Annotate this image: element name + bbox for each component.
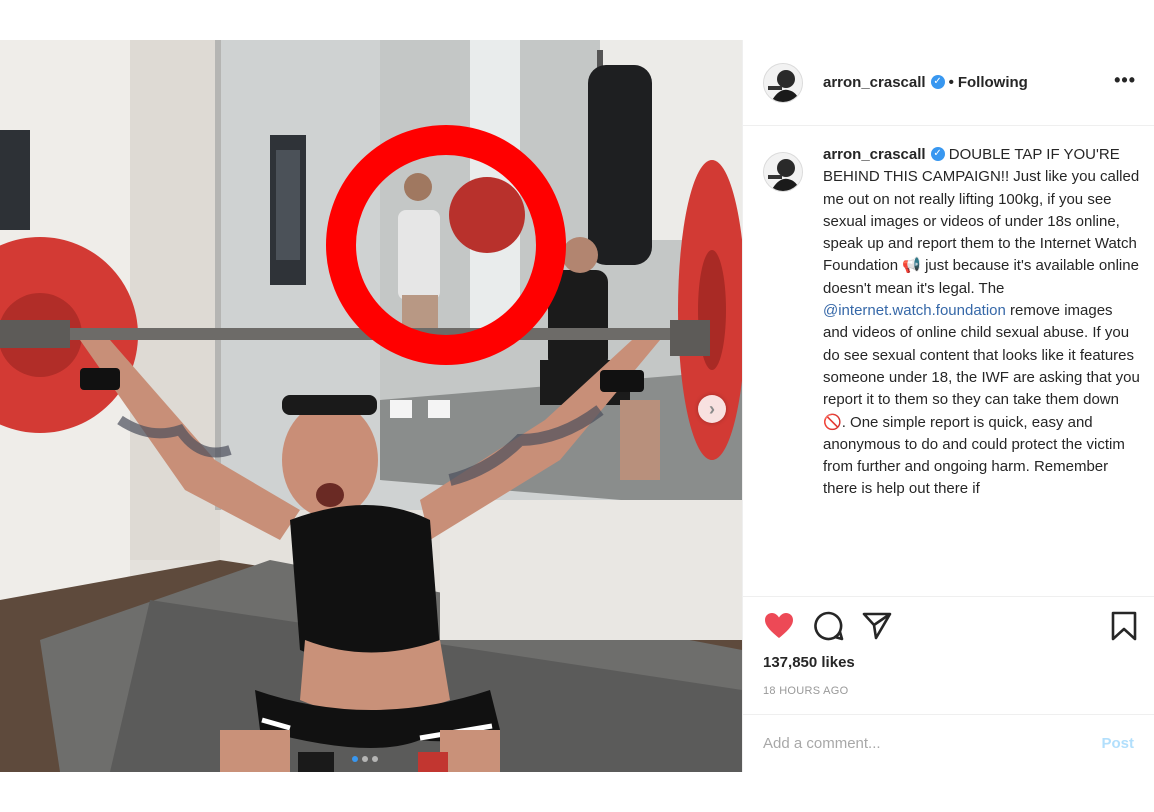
post-photo[interactable]: › bbox=[0, 40, 742, 772]
megaphone-icon: 📢 bbox=[902, 257, 921, 275]
action-bar bbox=[763, 610, 1137, 642]
more-options-icon[interactable]: ••• bbox=[1114, 70, 1136, 91]
carousel-dot bbox=[352, 756, 358, 762]
carousel-next-button[interactable]: › bbox=[698, 395, 726, 423]
gym-photo-image bbox=[0, 40, 742, 772]
caption-avatar[interactable] bbox=[763, 152, 803, 192]
post-comment-button[interactable]: Post bbox=[1101, 735, 1134, 752]
carousel-indicator bbox=[352, 756, 378, 762]
comment-input[interactable] bbox=[763, 735, 1102, 752]
heart-icon[interactable] bbox=[763, 610, 795, 642]
no-entry-icon: 🚫 bbox=[823, 413, 842, 431]
caption-username-link[interactable]: arron_crascall bbox=[823, 146, 926, 163]
following-button[interactable]: Following bbox=[958, 74, 1028, 91]
divider bbox=[743, 596, 1154, 597]
post-header: arron_crascall ✓ • Following ••• bbox=[743, 40, 1154, 126]
post-timestamp[interactable]: 18 HOURS AGO bbox=[763, 685, 849, 697]
caption-part: DOUBLE TAP IF YOU'RE BEHIND THIS CAMPAIG… bbox=[823, 146, 1140, 275]
caption-text: arron_crascall ✓ DOUBLE TAP IF YOU'RE BEH… bbox=[823, 144, 1140, 594]
chevron-right-icon: › bbox=[709, 398, 715, 419]
post-side-panel: arron_crascall ✓ • Following ••• arron_c… bbox=[742, 40, 1154, 772]
mention-link[interactable]: @internet.watch.foundation bbox=[823, 302, 1006, 319]
avatar-image bbox=[764, 63, 802, 102]
verified-badge-icon: ✓ bbox=[930, 74, 945, 89]
avatar[interactable] bbox=[763, 62, 803, 103]
separator-dot: • bbox=[948, 74, 954, 91]
share-icon[interactable] bbox=[861, 610, 893, 642]
comment-form: Post bbox=[743, 714, 1154, 772]
carousel-dot bbox=[362, 756, 368, 762]
comment-icon[interactable] bbox=[813, 610, 845, 642]
verified-badge-icon: ✓ bbox=[930, 147, 945, 162]
likes-count[interactable]: 137,850 likes bbox=[763, 654, 855, 671]
bookmark-icon[interactable] bbox=[1108, 610, 1140, 642]
username-link[interactable]: arron_crascall bbox=[823, 74, 926, 91]
avatar-image bbox=[764, 153, 802, 191]
caption-part: . One simple report is quick, easy and a… bbox=[823, 413, 1125, 498]
caption-section: arron_crascall ✓ DOUBLE TAP IF YOU'RE BEH… bbox=[763, 144, 1140, 594]
carousel-dot bbox=[372, 756, 378, 762]
